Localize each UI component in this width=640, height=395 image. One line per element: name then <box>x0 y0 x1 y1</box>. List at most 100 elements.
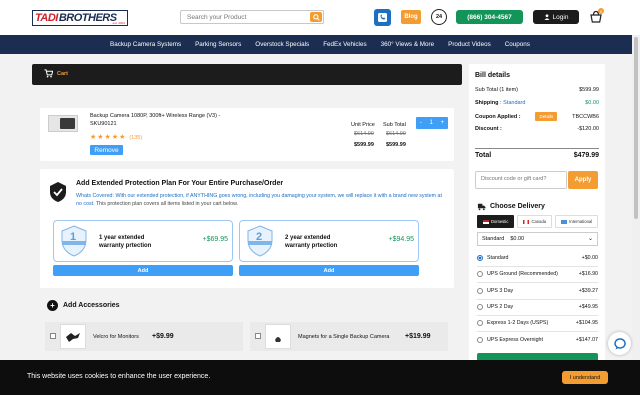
us-flag-icon <box>483 219 489 224</box>
plan-1-line2: warranty prtection <box>99 243 152 249</box>
shipping-option-price: +$0.00 <box>581 255 598 261</box>
plan-description: Whats Covered: With our extended protect… <box>76 193 448 208</box>
cart-count-badge: 0 <box>598 8 604 14</box>
accessory-checkbox[interactable] <box>255 333 261 339</box>
discount-input[interactable] <box>481 176 561 182</box>
login-label: Login <box>552 13 569 21</box>
qty-value[interactable]: 1 <box>430 120 433 126</box>
shipping-select[interactable]: Standard $0.00 ⌄ <box>477 232 598 246</box>
radio[interactable] <box>477 337 483 343</box>
divider <box>477 266 598 267</box>
scrollbar-thumb[interactable] <box>634 37 638 219</box>
remove-button[interactable]: Remove <box>90 145 123 155</box>
protection-plan-card: Add Extended Protection Plan For Your En… <box>40 169 454 288</box>
qty-increase-button[interactable]: + <box>441 120 445 126</box>
radio[interactable] <box>477 271 483 277</box>
search-button[interactable] <box>310 12 322 22</box>
shipping-option-name: UPS 3 Day <box>487 288 514 294</box>
site-header: TADIBROTHERS est. 2004 Blog 24 (866) 304… <box>0 0 640 35</box>
login-button[interactable]: Login <box>533 10 579 24</box>
radio-selected[interactable] <box>477 255 483 261</box>
shipping-option[interactable]: UPS 3 Day +$39.27 <box>477 288 598 294</box>
plus-icon[interactable]: + <box>47 300 58 311</box>
product-name[interactable]: Backup Camera 1080P, 300ft+ Wireless Ran… <box>90 113 240 128</box>
search-input[interactable] <box>187 12 305 23</box>
shipping-method: Standard <box>503 100 526 106</box>
radio[interactable] <box>477 288 483 294</box>
shipping-option-price: +$49.95 <box>578 304 598 310</box>
tab-international[interactable]: International <box>555 215 599 228</box>
shipping-option-name: UPS Express Overnight <box>487 337 543 343</box>
nav-360-views[interactable]: 360° Views & More <box>374 41 442 48</box>
logo-text-a: TADI <box>35 12 58 24</box>
plan-option-1-year[interactable]: 1 1 year extended warranty prtection +$69… <box>53 220 233 262</box>
sub-total-header: Sub Total <box>383 122 406 128</box>
subtotal-value: $599.99 <box>579 87 599 93</box>
review-count[interactable]: (135) <box>129 135 142 141</box>
qty-decrease-button[interactable]: - <box>420 120 422 126</box>
logo[interactable]: TADIBROTHERS est. 2004 <box>32 10 128 26</box>
plan-2-number: 2 <box>256 231 263 243</box>
radio[interactable] <box>477 320 483 326</box>
chat-button[interactable] <box>608 332 631 355</box>
plan-2-price: +$94.95 <box>388 236 415 243</box>
plan-option-2-year[interactable]: 2 2 year extended warranty prtection +$94… <box>239 220 419 262</box>
subtotal-label: Sub Total (1 item) <box>475 87 519 93</box>
nav-fedex-vehicles[interactable]: FedEx Vehicles <box>316 41 373 48</box>
accessories-header: + Add Accessories <box>47 300 120 311</box>
cart-product-card: Backup Camera 1080P, 300ft+ Wireless Ran… <box>40 108 454 161</box>
cookie-text: This website uses cookies to enhance the… <box>27 373 211 380</box>
phone-icon <box>378 13 387 22</box>
shipping-option-name: Express 1-2 Days (USPS) <box>487 320 549 326</box>
bill-title: Bill details <box>475 72 511 79</box>
shipping-option[interactable]: UPS Ground (Recommended) +$16.90 <box>477 271 598 277</box>
chat-icon <box>613 337 626 349</box>
discount-value: -$120.00 <box>577 126 599 132</box>
nav-overstock-specials[interactable]: Overstock Specials <box>248 41 316 48</box>
apply-button[interactable]: Apply <box>568 171 598 189</box>
nav-backup-camera-systems[interactable]: Backup Camera Systems <box>103 41 188 48</box>
shipping-option[interactable]: Standard +$0.00 <box>477 255 598 261</box>
shipping-option-name: Standard <box>487 255 509 261</box>
divider <box>477 299 598 300</box>
shipping-option[interactable]: Express 1-2 Days (USPS) +$104.95 <box>477 320 598 326</box>
shipping-label: Shipping <box>475 100 499 106</box>
accessories-title: Add Accessories <box>63 302 120 309</box>
delivery-tabs: Domestic Canada International <box>477 215 599 228</box>
add-plan-1-button[interactable]: Add <box>53 265 233 276</box>
old-unit-price: $614.99 <box>354 131 374 137</box>
search-box <box>180 10 324 24</box>
cookie-accept-button[interactable]: I understand <box>562 371 608 384</box>
tab-domestic[interactable]: Domestic <box>477 215 515 228</box>
nav-parking-sensors[interactable]: Parking Sensors <box>188 41 248 48</box>
radio[interactable] <box>477 304 483 310</box>
accessory-image <box>60 324 86 349</box>
add-plan-2-button[interactable]: Add <box>239 265 419 276</box>
tab-canada-label: Canada <box>531 219 547 224</box>
accessory-name: Magnets for a Single Backup Camera <box>298 334 390 340</box>
discount-field <box>475 171 567 189</box>
delivery-header: Choose Delivery <box>477 202 545 211</box>
phone-app-button[interactable] <box>374 9 391 26</box>
nav-product-videos[interactable]: Product Videos <box>441 41 498 48</box>
accessory-checkbox[interactable] <box>50 333 56 339</box>
support-24-icon[interactable]: 24 <box>431 9 447 25</box>
coupon-details-button[interactable]: Details <box>535 112 558 121</box>
main-nav: Backup Camera Systems Parking Sensors Ov… <box>0 35 640 54</box>
shipping-option[interactable]: UPS Express Overnight +$147.07 <box>477 337 598 343</box>
canada-flag-icon <box>523 219 530 224</box>
blog-button[interactable]: Blog <box>401 10 421 24</box>
nav-coupons[interactable]: Coupons <box>498 41 537 48</box>
page-scrollbar[interactable] <box>632 35 640 367</box>
shipping-option[interactable]: UPS 2 Day +$49.95 <box>477 304 598 310</box>
phone-number-button[interactable]: (866) 304-4567 <box>456 10 523 24</box>
product-image[interactable] <box>48 115 78 132</box>
cart-title: Cart <box>57 71 69 77</box>
unit-price-header: Unit Price <box>351 122 375 128</box>
tab-canada[interactable]: Canada <box>517 215 553 228</box>
divider <box>477 315 598 316</box>
plan-title: Add Extended Protection Plan For Your En… <box>76 180 284 187</box>
logo-text-b: BROTHERS <box>58 12 117 24</box>
shipping-option-price: +$104.95 <box>575 320 598 326</box>
shipping-option-price: +$39.27 <box>578 288 598 294</box>
